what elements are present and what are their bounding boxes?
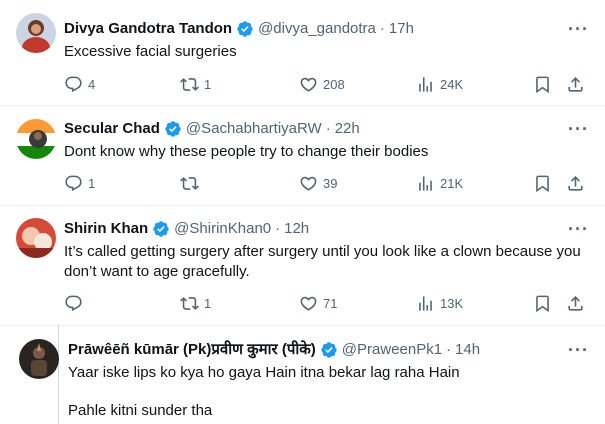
more-icon[interactable]: ··· <box>568 219 589 239</box>
retweet-icon <box>180 75 199 94</box>
avatar[interactable] <box>19 339 59 379</box>
like-icon <box>299 174 318 193</box>
author-name[interactable]: Secular Chad <box>64 119 160 139</box>
like-count: 71 <box>323 296 338 311</box>
more-icon[interactable]: ··· <box>568 119 589 139</box>
bookmark-icon <box>533 75 552 94</box>
verified-badge-icon <box>164 120 182 138</box>
views-button[interactable]: 21K <box>416 174 463 193</box>
tweet[interactable]: Prāwêēñ kūmār (Pk)प्रवीण कुमार (पीके) @P… <box>0 326 605 424</box>
bookmark-button[interactable] <box>533 174 552 193</box>
tweet-text: Excessive facial surgeries <box>64 43 237 60</box>
views-icon <box>416 75 435 94</box>
author-name[interactable]: Prāwêēñ kūmār (Pk)प्रवीण कुमार (पीके) <box>68 340 316 360</box>
share-button[interactable] <box>566 75 585 94</box>
like-count: 39 <box>323 176 338 191</box>
like-button[interactable]: 39 <box>299 174 337 193</box>
separator-dot: · <box>379 20 385 37</box>
avatar[interactable] <box>16 13 56 53</box>
verified-badge-icon <box>152 220 170 238</box>
reply-button[interactable] <box>64 294 88 313</box>
views-count: 13K <box>440 296 464 311</box>
author-name[interactable]: Divya Gandotra Tandon <box>64 19 232 39</box>
views-count: 21K <box>440 176 464 191</box>
timestamp[interactable]: 17h <box>389 19 414 39</box>
share-icon <box>566 174 585 193</box>
reply-icon <box>64 294 83 313</box>
share-button[interactable] <box>566 174 585 193</box>
bookmark-button[interactable] <box>533 75 552 94</box>
retweet-count: 1 <box>204 77 212 92</box>
reply-button[interactable]: 1 <box>64 174 95 193</box>
reply-icon <box>64 75 83 94</box>
reply-count: 4 <box>88 77 96 92</box>
tweet-text-line-2: Pahle kitni sunder tha <box>68 402 213 419</box>
reply-button[interactable]: 4 <box>64 75 95 94</box>
avatar[interactable] <box>16 218 56 258</box>
timestamp[interactable]: 22h <box>335 119 360 139</box>
retweet-button[interactable]: 1 <box>180 294 211 313</box>
retweet-icon <box>180 174 199 193</box>
views-icon <box>416 174 435 193</box>
views-button[interactable]: 13K <box>416 294 463 313</box>
bookmark-button[interactable] <box>533 294 552 313</box>
views-button[interactable]: 24K <box>416 75 463 94</box>
tweet[interactable]: Divya Gandotra Tandon @divya_gandotra · … <box>0 0 605 106</box>
share-icon <box>566 294 585 313</box>
like-icon <box>299 294 318 313</box>
bookmark-icon <box>533 174 552 193</box>
tweet[interactable]: Shirin Khan @ShirinKhan0 · 12h ··· It’s … <box>0 206 605 326</box>
share-icon <box>566 75 585 94</box>
like-button[interactable]: 71 <box>299 294 337 313</box>
retweet-count: 1 <box>204 296 212 311</box>
share-button[interactable] <box>566 294 585 313</box>
like-icon <box>299 75 318 94</box>
avatar[interactable] <box>16 119 56 159</box>
tweet-text: Yaar iske lips ko kya ho gaya Hain itna … <box>68 364 460 381</box>
retweet-button[interactable]: 1 <box>180 75 211 94</box>
views-count: 24K <box>440 77 464 92</box>
reply-icon <box>64 174 83 193</box>
tweet-text: Dont know why these people try to change… <box>64 143 429 160</box>
author-handle[interactable]: @ShirinKhan0 <box>174 219 271 239</box>
author-handle[interactable]: @divya_gandotra <box>258 19 376 39</box>
tweet-text: It’s called getting surgery after surger… <box>64 243 581 280</box>
views-icon <box>416 294 435 313</box>
bookmark-icon <box>533 294 552 313</box>
like-button[interactable]: 208 <box>299 75 345 94</box>
author-handle[interactable]: @SachabhartiyaRW <box>186 119 322 139</box>
retweet-button[interactable] <box>180 174 204 193</box>
timestamp[interactable]: 14h <box>455 340 480 360</box>
verified-badge-icon <box>236 20 254 38</box>
retweet-icon <box>180 294 199 313</box>
more-icon[interactable]: ··· <box>568 19 589 39</box>
more-icon[interactable]: ··· <box>568 340 589 360</box>
timestamp[interactable]: 12h <box>284 219 309 239</box>
separator-dot: · <box>446 341 452 358</box>
author-name[interactable]: Shirin Khan <box>64 219 148 239</box>
reply-count: 1 <box>88 176 96 191</box>
author-handle[interactable]: @PraweenPk1 <box>342 340 442 360</box>
like-count: 208 <box>323 77 345 92</box>
tweet[interactable]: Secular Chad @SachabhartiyaRW · 22h ··· … <box>0 106 605 206</box>
verified-badge-icon <box>320 341 338 359</box>
separator-dot: · <box>275 220 281 237</box>
separator-dot: · <box>325 120 331 137</box>
